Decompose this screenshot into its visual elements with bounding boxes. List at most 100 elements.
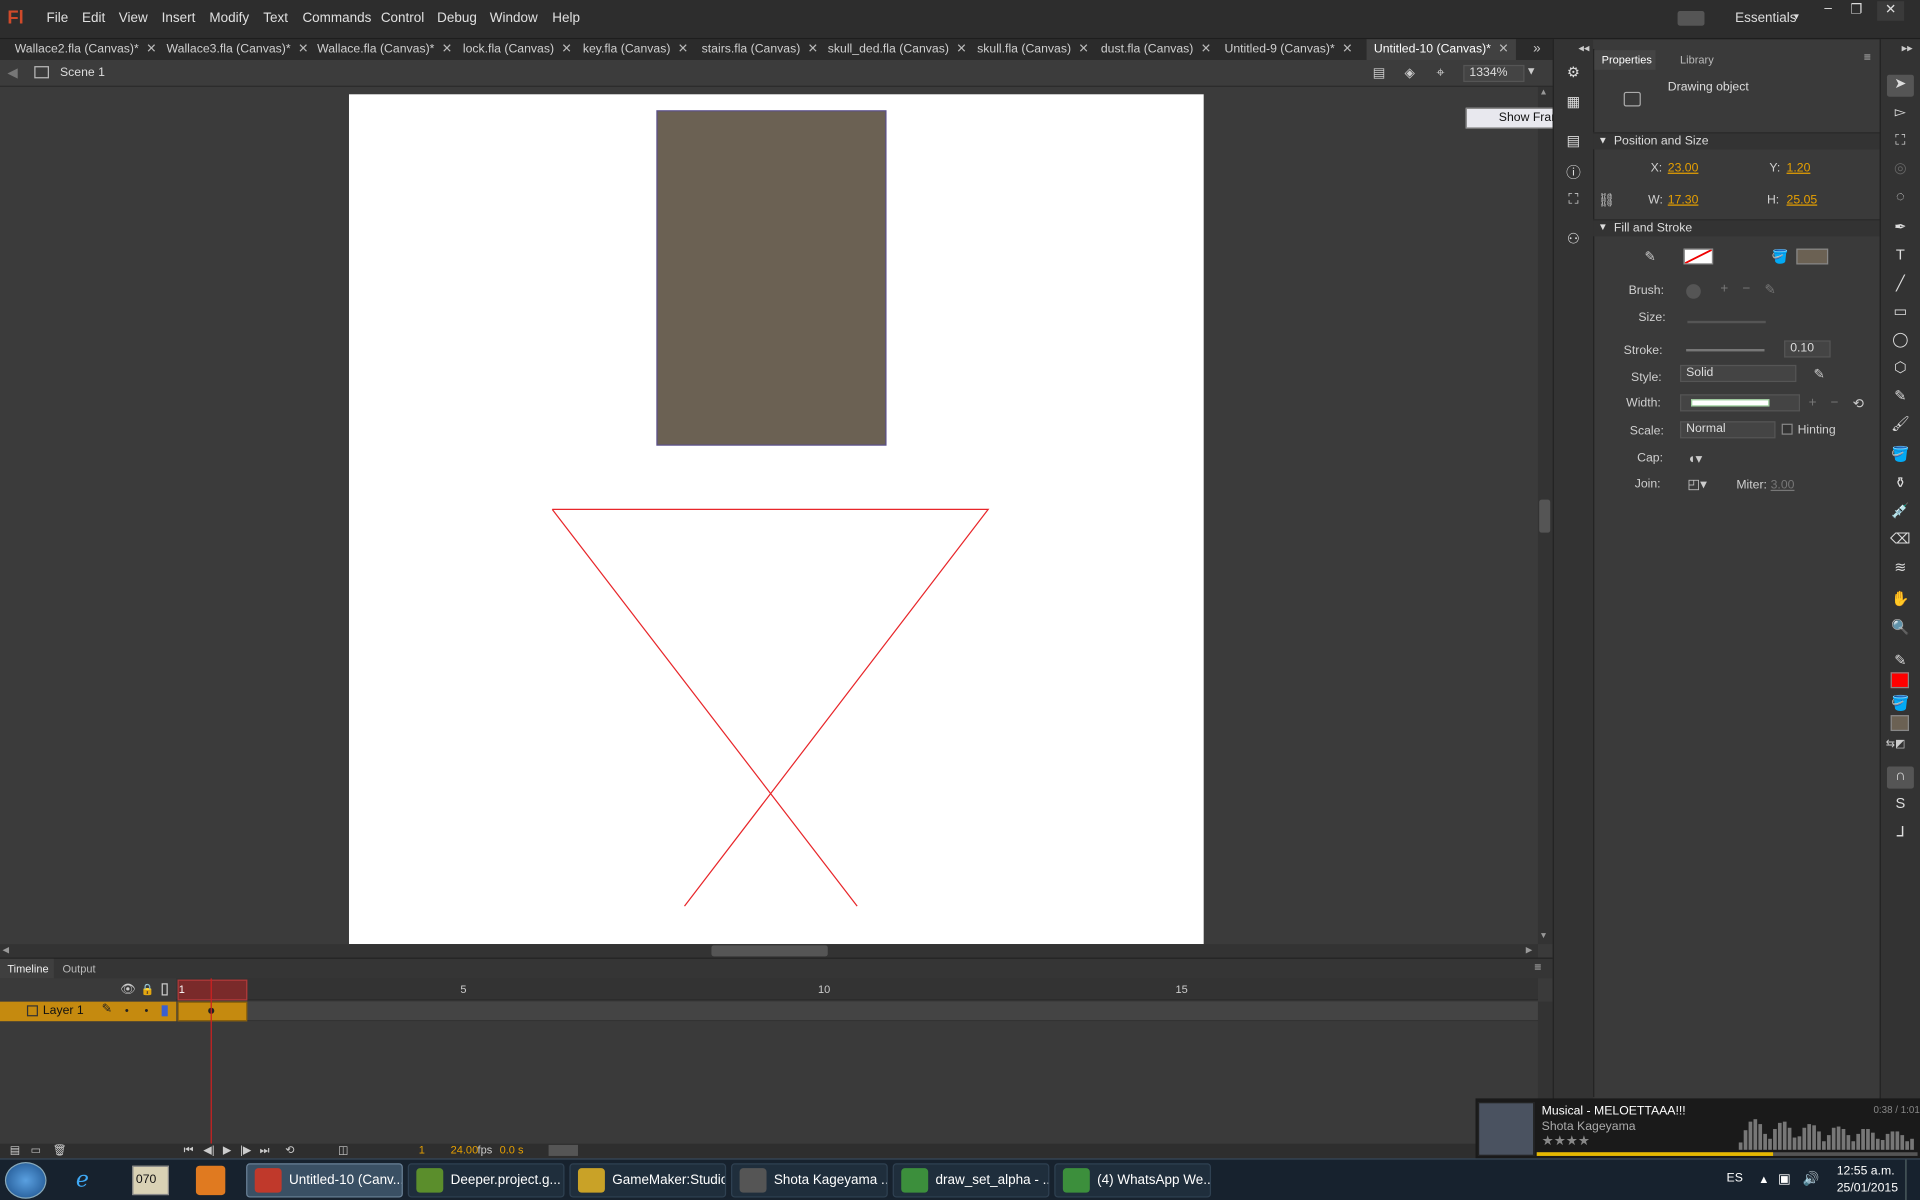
scroll-right-icon[interactable]: ▶ <box>1526 945 1533 956</box>
style-select[interactable]: Solid <box>1680 364 1797 383</box>
line-tool-icon[interactable]: ╱ <box>1887 274 1914 296</box>
chevron-down-icon[interactable]: ▼ <box>1526 65 1537 77</box>
menu-edit[interactable]: Edit <box>82 11 105 26</box>
visibility-dot-icon[interactable]: • <box>125 1004 129 1016</box>
current-frame[interactable]: 1 <box>419 1144 425 1156</box>
tab-timeline[interactable]: Timeline <box>0 958 54 979</box>
h-value[interactable]: 25.05 <box>1787 193 1818 206</box>
eye-icon[interactable]: 👁 <box>120 983 136 996</box>
more-tabs-icon[interactable]: » <box>1533 42 1541 57</box>
close-icon[interactable]: ✕ <box>298 43 308 56</box>
chevron-down-icon[interactable]: ▾ <box>1794 11 1799 22</box>
taskbar-button-flash[interactable]: Untitled-10 (Canv... <box>246 1163 403 1198</box>
selection-tool-icon[interactable]: ➤ <box>1886 74 1914 97</box>
taskbar-button-deeper[interactable]: Deeper.project.g... <box>407 1163 565 1198</box>
music-player-widget[interactable]: Musical - MELOETTAAA!!! Shota Kageyama ★… <box>1475 1098 1920 1159</box>
add-icon[interactable]: + <box>1720 282 1728 297</box>
lasso-tool-icon[interactable]: ◌ <box>1887 187 1914 209</box>
motion-presets-icon[interactable]: ⚙ <box>1562 64 1584 86</box>
close-icon[interactable]: ✕ <box>678 43 688 56</box>
polystar-tool-icon[interactable]: ⬡ <box>1887 359 1914 381</box>
close-icon[interactable]: ✕ <box>561 43 571 56</box>
close-icon[interactable]: ✕ <box>442 43 452 56</box>
tab-dust[interactable]: dust.fla (Canvas) ✕ <box>1101 39 1211 60</box>
scene-breadcrumb[interactable]: Scene 1 <box>60 66 105 79</box>
restore-button[interactable]: ❐ <box>1843 1 1870 21</box>
menu-text[interactable]: Text <box>263 11 288 26</box>
playhead[interactable] <box>177 979 248 1001</box>
clock-date[interactable]: 25/01/2015 <box>1837 1182 1898 1195</box>
ink-bottle-tool-icon[interactable]: ⚱ <box>1887 474 1914 496</box>
menu-debug[interactable]: Debug <box>437 11 477 26</box>
center-stage-icon[interactable]: ⌖ <box>1436 64 1444 82</box>
back-arrow-icon[interactable]: ◀ <box>7 65 17 81</box>
miter-value[interactable]: 3.00 <box>1771 479 1795 492</box>
language-indicator[interactable]: ES <box>1727 1172 1743 1185</box>
snap-magnet-icon[interactable]: ∩ <box>1886 766 1914 789</box>
fill-color-swatch[interactable] <box>1796 248 1829 265</box>
tab-lock[interactable]: lock.fla (Canvas) ✕ <box>463 39 572 60</box>
tab-untitled-10[interactable]: Untitled-10 (Canvas)* ✕ <box>1366 39 1516 61</box>
menu-commands[interactable]: Commands <box>302 11 371 26</box>
loop-icon[interactable]: ⟲ <box>285 1144 294 1157</box>
edit-scene-icon[interactable]: ▤ <box>1373 65 1386 81</box>
stroke-color-tool-swatch[interactable] <box>1890 672 1909 689</box>
stroke-value[interactable]: 0.10 <box>1784 340 1831 358</box>
stage-horizontal-scrollbar[interactable]: ◀ ▶ <box>0 944 1538 958</box>
scroll-down-icon[interactable]: ▼ <box>1539 932 1547 941</box>
straighten-icon[interactable]: ᒧ <box>1887 823 1914 845</box>
cap-round-icon[interactable]: ◖▾ <box>1687 451 1702 467</box>
brush-edit-icon[interactable]: ✎ <box>1765 282 1776 298</box>
brush-shape-icon[interactable] <box>1686 284 1701 299</box>
close-icon[interactable]: ✕ <box>1078 43 1088 56</box>
show-desktop-button[interactable] <box>1905 1159 1920 1200</box>
close-window-button[interactable]: ✕ <box>1877 1 1905 21</box>
y-value[interactable]: 1.20 <box>1787 162 1811 175</box>
close-icon[interactable]: ✕ <box>808 43 818 56</box>
timeline-hscroll-thumb[interactable] <box>548 1144 578 1156</box>
network-icon[interactable]: ▣ <box>1778 1171 1791 1187</box>
scroll-left-icon[interactable]: ◀ <box>2 945 9 956</box>
close-icon[interactable]: ✕ <box>1498 43 1508 56</box>
menu-help[interactable]: Help <box>552 11 580 26</box>
fill-color-tool-swatch[interactable] <box>1890 715 1909 732</box>
frame-rate[interactable]: 24.00 <box>451 1144 479 1156</box>
tab-untitled-9[interactable]: Untitled-9 (Canvas)* ✕ <box>1225 39 1353 60</box>
tab-wallace2[interactable]: Wallace2.fla (Canvas)* ✕ <box>15 39 157 60</box>
edit-symbols-icon[interactable]: ◈ <box>1405 65 1415 81</box>
menu-insert[interactable]: Insert <box>162 11 196 26</box>
menu-file[interactable]: File <box>47 11 69 26</box>
library-panel-icon[interactable]: ▤ <box>1562 132 1584 154</box>
scale-select[interactable]: Normal <box>1680 421 1776 439</box>
start-button[interactable] <box>4 1162 47 1199</box>
frame-cells[interactable] <box>247 1001 1538 1022</box>
menu-control[interactable]: Control <box>381 11 424 26</box>
drawing-object-line-left[interactable] <box>552 508 990 907</box>
menu-modify[interactable]: Modify <box>209 11 249 26</box>
last-frame-icon[interactable]: ⏭ <box>260 1144 270 1157</box>
collapse-icon[interactable]: ▸▸ <box>1902 42 1913 55</box>
swap-colors-icon[interactable]: ⇆◩ <box>1886 737 1906 750</box>
stage-vertical-scrollbar[interactable]: ▲ ▼ <box>1537 86 1553 945</box>
workspace-switcher[interactable]: Essentials <box>1735 11 1796 26</box>
remove-icon[interactable]: − <box>1831 396 1839 411</box>
layer-color-swatch[interactable] <box>161 1005 168 1017</box>
lock-icon[interactable]: 🔒 <box>141 983 155 996</box>
menu-view[interactable]: View <box>119 11 148 26</box>
rectangle-tool-icon[interactable]: ▭ <box>1887 302 1914 324</box>
reset-icon[interactable]: ⟲ <box>1853 396 1864 412</box>
components-icon[interactable]: ⚇ <box>1562 230 1584 252</box>
tab-skull-ded[interactable]: skull_ded.fla (Canvas) ✕ <box>828 39 967 60</box>
frame-ruler[interactable] <box>176 978 1538 1001</box>
transform-icon[interactable]: ⛶ <box>1562 190 1584 212</box>
clock-time[interactable]: 12:55 a.m. <box>1837 1164 1895 1177</box>
join-round-icon[interactable]: ◰▾ <box>1687 476 1706 493</box>
position-size-section[interactable]: ▼ Position and Size <box>1593 132 1880 150</box>
tray-expand-icon[interactable]: ▲ <box>1758 1173 1769 1185</box>
onion-skin-icon[interactable]: ◫ <box>338 1144 348 1157</box>
close-icon[interactable]: ✕ <box>146 43 156 56</box>
tab-properties[interactable]: Properties <box>1594 50 1656 70</box>
3d-rotation-tool-icon[interactable]: ◎ <box>1887 159 1914 181</box>
taskbar-button-chrome-whatsapp[interactable]: (4) WhatsApp We... <box>1054 1163 1212 1198</box>
eyedropper-tool-icon[interactable]: 💉 <box>1887 502 1914 524</box>
